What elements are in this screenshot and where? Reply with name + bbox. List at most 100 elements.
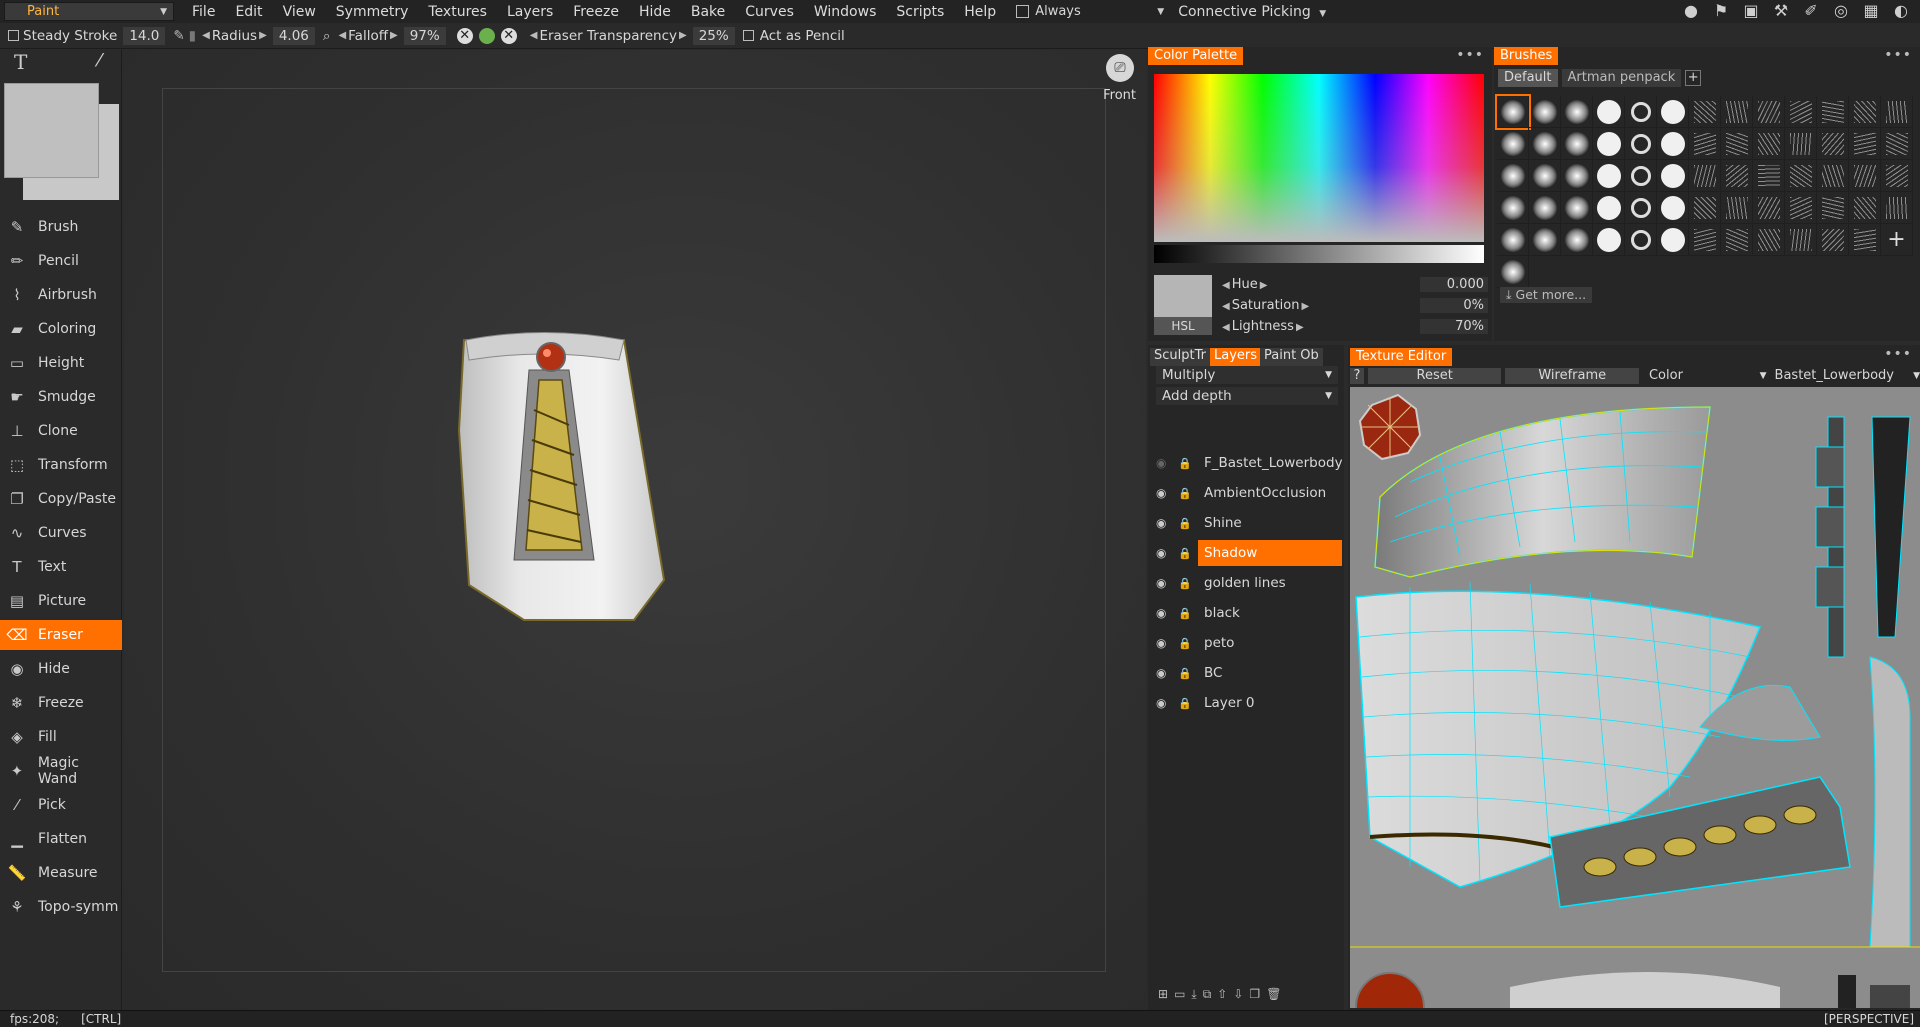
green-dot-icon[interactable] [478,27,495,44]
hue-row[interactable]: ◀ Hue ▶ 0.000 [1220,277,1488,292]
brush-thumbnail[interactable] [1753,192,1785,224]
texture-select[interactable]: Bastet_Lowerbody ▼ [1771,368,1920,384]
pen-icon[interactable]: ✎ [173,28,184,44]
brush-thumbnail[interactable] [1689,128,1721,160]
tool-transform[interactable]: ⬚ Transform [0,450,122,480]
eye-icon[interactable]: ◉ [1156,546,1172,560]
brush-tab-default[interactable]: Default [1498,69,1558,87]
brush-thumbnail[interactable] [1753,160,1785,192]
eye-icon[interactable]: ◉ [1156,696,1172,710]
brush-thumbnail[interactable] [1785,192,1817,224]
help-button[interactable]: ? [1350,368,1364,384]
uv-texture-canvas[interactable] [1350,387,1920,1008]
tool-pick[interactable]: ⁄ Pick [0,790,122,820]
eye-icon[interactable]: ◉ [1156,576,1172,590]
tool-coloring[interactable]: ▰ Coloring [0,314,122,344]
brushes-tab[interactable]: Brushes [1494,47,1559,65]
duplicate-icon[interactable]: ⧉ [1203,987,1212,1002]
saturation-row[interactable]: ◀ Saturation ▶ 0% [1220,298,1488,313]
brush-thumbnail[interactable] [1689,160,1721,192]
tool-picture[interactable]: ▤ Picture [0,586,122,616]
eye-icon[interactable]: ◉ [1156,516,1172,530]
3d-viewport[interactable]: ⎚ Front [124,50,1146,1010]
always-checkbox[interactable] [1016,5,1030,18]
falloff-curve-icon[interactable]: ⌕ [323,28,331,44]
eye-hidden-icon[interactable]: ◉ [1156,456,1172,470]
brush-thumbnail[interactable] [1561,128,1593,160]
color-spectrum[interactable] [1154,74,1484,242]
steady-stroke-checkbox[interactable] [8,30,19,41]
tool-copy-paste[interactable]: ❐ Copy/Paste [0,484,122,514]
lock-icon[interactable]: 🔒 [1178,637,1192,650]
brush-thumbnail[interactable] [1689,192,1721,224]
brush-thumbnail[interactable] [1881,96,1913,128]
menu-item[interactable]: Windows [804,4,887,20]
brush-thumbnail[interactable] [1657,128,1689,160]
brush-thumbnail[interactable] [1881,160,1913,192]
menu-item[interactable]: Layers [497,4,563,20]
close-icon[interactable]: ✕ [456,27,473,44]
tool-fill[interactable]: ◈ Fill [0,722,122,752]
smudge-brush-icon[interactable]: ⁄ [98,50,101,71]
brush-thumbnail[interactable] [1497,192,1529,224]
brush-thumbnail[interactable] [1497,160,1529,192]
brush-thumbnail[interactable] [1721,224,1753,256]
brush-thumbnail[interactable] [1721,192,1753,224]
brush-thumbnail[interactable] [1529,160,1561,192]
brush-thumbnail[interactable] [1881,192,1913,224]
layer-row[interactable]: ◉ 🔒 black [1156,600,1342,626]
eraser-transparency-value[interactable]: 25% [692,26,735,45]
brush-thumbnail[interactable] [1785,160,1817,192]
brush-thumbnail[interactable] [1593,192,1625,224]
menu-item[interactable]: Curves [735,4,804,20]
flag-icon[interactable]: ⚑ [1710,2,1732,20]
brush-thumbnail[interactable] [1529,96,1561,128]
decrease-arrow-icon[interactable]: ◀ [202,30,210,41]
brush-thumbnail[interactable] [1689,224,1721,256]
folder-icon[interactable]: ▭ [1174,987,1185,1002]
tool-smudge[interactable]: ☛ Smudge [0,382,122,412]
brush-thumbnail[interactable] [1785,128,1817,160]
depth-mode-select[interactable]: Add depth ▼ [1156,387,1338,405]
lightness-bar[interactable] [1154,245,1484,263]
increase-arrow-icon[interactable]: ▶ [679,30,687,41]
trash-icon[interactable]: 🗑 [1266,987,1281,1002]
brush-thumbnail[interactable] [1849,96,1881,128]
brush-thumbnail[interactable] [1721,96,1753,128]
tool-height[interactable]: ▭ Height [0,348,122,378]
tool-clone[interactable]: ⊥ Clone [0,416,122,446]
channel-select[interactable]: Color ▼ [1643,368,1767,384]
brush-thumbnail[interactable] [1625,192,1657,224]
lock-icon[interactable]: 🔒 [1178,667,1192,680]
reset-button[interactable]: Reset [1367,368,1502,384]
brush-thumbnail[interactable] [1689,96,1721,128]
tool-curves[interactable]: ∿ Curves [0,518,122,548]
get-more-button[interactable]: ⤓ Get more... [1500,287,1593,303]
more-options-icon[interactable]: ••• [1884,346,1912,362]
brush-thumbnail[interactable] [1625,160,1657,192]
brush-thumbnail[interactable] [1721,128,1753,160]
brush-thumbnail[interactable] [1785,96,1817,128]
layer-row[interactable]: ◉ 🔒 peto [1156,630,1342,656]
mode-select[interactable]: Paint ▼ [4,2,174,21]
brush-thumbnail[interactable]: + [1881,224,1913,256]
brush-thumbnail[interactable] [1657,96,1689,128]
brush-thumbnail[interactable] [1561,96,1593,128]
brush-thumbnail[interactable] [1561,224,1593,256]
brush-thumbnail[interactable] [1849,160,1881,192]
checker-icon[interactable]: ▦ [1860,2,1882,20]
menu-item[interactable]: Textures [418,4,497,20]
brush-thumbnail[interactable] [1849,224,1881,256]
close-icon[interactable]: ✕ [500,27,517,44]
tab-layers[interactable]: Layers [1210,348,1262,366]
move-down-icon[interactable]: ⇩ [1233,987,1243,1002]
sculpt-icon[interactable]: ◐ [1890,2,1912,20]
lock-icon[interactable]: 🔒 [1178,547,1192,560]
steady-stroke-value[interactable]: 14.0 [123,26,166,45]
act-as-pencil-checkbox[interactable] [742,30,754,41]
brush-thumbnail[interactable] [1593,128,1625,160]
eye-icon[interactable]: ◉ [1156,666,1172,680]
brush-thumbnail[interactable] [1881,128,1913,160]
brush-thumbnail[interactable] [1849,192,1881,224]
brush-thumbnail[interactable] [1625,224,1657,256]
